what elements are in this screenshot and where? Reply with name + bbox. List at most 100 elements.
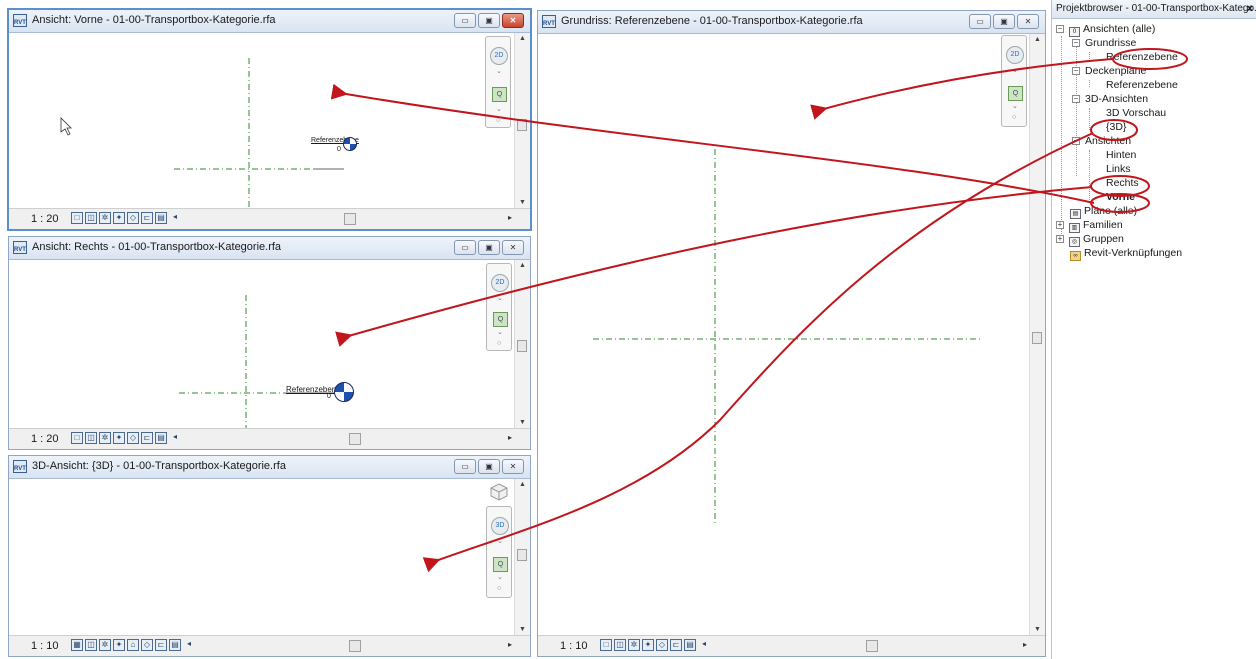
visual-style-icon[interactable]: ◫ [85,639,97,651]
titlebar[interactable]: RVT Ansicht: Vorne - 01-00-Transportbox-… [9,10,530,33]
titlebar[interactable]: RVT Ansicht: Rechts - 01-00-Transportbox… [9,237,530,260]
expand-icon[interactable]: + [1056,221,1064,229]
project-browser[interactable]: Projektbrowser - 01-00-Transportbox-Kate… [1051,0,1256,659]
navigation-bar[interactable]: 2D ⌄ Q ⌄ ○ [486,263,512,351]
scroll-right-icon[interactable]: ▸ [508,213,512,222]
tree-item-families[interactable]: + ▥ Familien [1056,218,1123,233]
view-window-floor-plan[interactable]: RVT Grundriss: Referenzebene - 01-00-Tra… [537,10,1046,657]
scroll-left-icon[interactable]: ◂ [169,432,181,444]
steering-wheel-icon[interactable]: 2D [491,274,509,292]
zoom-icon[interactable]: Q [492,87,507,102]
collapse-icon[interactable]: − [1072,95,1080,103]
view-scale[interactable]: 1 : 20 [31,213,59,225]
view-cube-icon[interactable] [489,482,509,502]
view-scale[interactable]: 1 : 10 [560,640,588,652]
minimize-button[interactable]: ▭ [454,459,476,474]
zoom-icon[interactable]: Q [493,557,508,572]
hide-isolate-icon[interactable]: ▤ [169,639,181,651]
show-crop-icon[interactable]: ⊏ [141,432,153,444]
view-window-3d[interactable]: RVT 3D-Ansicht: {3D} - 01-00-Transportbo… [8,455,531,657]
maximize-button[interactable]: ▣ [993,14,1015,29]
scroll-left-icon[interactable]: ◂ [183,639,195,651]
crop-view-icon[interactable]: ◇ [141,639,153,651]
steering-wheel-icon[interactable]: 2D [490,47,508,65]
minimize-button[interactable]: ▭ [454,13,476,28]
view-window-front[interactable]: RVT Ansicht: Vorne - 01-00-Transportbox-… [7,8,532,231]
reference-plane-marker-icon[interactable] [343,137,357,151]
tree-item-elevation-left[interactable]: Links [1106,162,1131,176]
close-icon[interactable]: × [1247,0,1253,18]
shadows-icon[interactable]: ✦ [113,212,125,224]
navigation-bar[interactable]: 2D ⌄ Q ⌄ ○ [1001,35,1027,127]
horizontal-scroll-thumb[interactable] [866,640,878,652]
close-button[interactable]: ✕ [1017,14,1039,29]
expand-icon[interactable]: + [1056,235,1064,243]
tree-item-elevation-back[interactable]: Hinten [1106,148,1136,162]
view-scale[interactable]: 1 : 20 [31,433,59,445]
shadows-icon[interactable]: ✦ [113,432,125,444]
detail-level-icon[interactable]: □ [71,212,83,224]
view-window-right[interactable]: RVT Ansicht: Rechts - 01-00-Transportbox… [8,236,531,450]
tree-item-views-all[interactable]: − 0 Ansichten (alle) [1056,22,1155,37]
crop-view-icon[interactable]: ◇ [127,432,139,444]
horizontal-scroll-thumb[interactable] [349,433,361,445]
maximize-button[interactable]: ▣ [478,459,500,474]
view-scale[interactable]: 1 : 10 [31,640,59,652]
vertical-scrollbar[interactable]: ▲ ▼ [1029,34,1045,636]
scroll-thumb[interactable] [517,549,527,561]
tree-item-revit-links[interactable]: ∞ Revit-Verknüpfungen [1070,246,1182,261]
maximize-button[interactable]: ▣ [478,240,500,255]
scroll-left-icon[interactable]: ◂ [698,639,710,651]
hide-isolate-icon[interactable]: ▤ [684,639,696,651]
scroll-thumb[interactable] [1032,332,1042,344]
scroll-thumb[interactable] [517,119,527,131]
visual-style-icon[interactable]: ◫ [614,639,626,651]
collapse-icon[interactable]: − [1072,67,1080,75]
tree-item-elevation-right[interactable]: Rechts [1106,176,1139,190]
tree-item-3d-preview[interactable]: 3D Vorschau [1106,106,1166,120]
drawing-canvas[interactable] [538,34,1045,636]
visual-style-icon[interactable]: ◫ [85,212,97,224]
drawing-canvas[interactable]: Referenzebene 0 [9,33,530,211]
visual-style-icon[interactable]: ◫ [85,432,97,444]
scroll-left-icon[interactable]: ◂ [169,212,181,224]
shadows-icon[interactable]: ✦ [642,639,654,651]
show-crop-icon[interactable]: ⊏ [155,639,167,651]
steering-wheel-icon[interactable]: 2D [1006,46,1024,64]
hide-isolate-icon[interactable]: ▤ [155,212,167,224]
tree-item-floor-plan-reference-level[interactable]: Referenzebene [1106,50,1178,64]
vertical-scrollbar[interactable]: ▲ ▼ [514,479,530,636]
collapse-icon[interactable]: − [1056,25,1064,33]
vertical-scrollbar[interactable]: ▲ ▼ [514,260,530,429]
sun-path-icon[interactable]: ✲ [628,639,640,651]
tree-item-ceiling-plans[interactable]: − Deckenpläne [1072,64,1146,78]
reference-plane-marker-icon[interactable] [334,382,354,402]
titlebar[interactable]: RVT 3D-Ansicht: {3D} - 01-00-Transportbo… [9,456,530,479]
navigation-bar[interactable]: 2D ⌄ Q ⌄ ○ [485,36,511,128]
tree-item-elevations[interactable]: − Ansichten [1072,134,1131,148]
hide-isolate-icon[interactable]: ▤ [155,432,167,444]
crop-view-icon[interactable]: ◇ [127,212,139,224]
tree-item-groups[interactable]: + ◎ Gruppen [1056,232,1124,247]
drawing-canvas[interactable] [9,479,530,636]
tree-item-ceiling-plan-reference-level[interactable]: Referenzebene [1106,78,1178,92]
render-icon[interactable]: ⌂ [127,639,139,651]
sun-path-icon[interactable]: ✲ [99,639,111,651]
detail-level-icon[interactable]: ▦ [71,639,83,651]
titlebar[interactable]: RVT Grundriss: Referenzebene - 01-00-Tra… [538,11,1045,34]
tree-item-sheets[interactable]: ▤ Pläne (alle) [1070,204,1137,219]
close-button[interactable]: ✕ [502,240,524,255]
scroll-right-icon[interactable]: ▸ [508,640,512,649]
vertical-scrollbar[interactable]: ▲ ▼ [514,33,530,209]
minimize-button[interactable]: ▭ [454,240,476,255]
collapse-icon[interactable]: − [1072,39,1080,47]
zoom-icon[interactable]: Q [1008,86,1023,101]
close-button[interactable]: ✕ [502,13,524,28]
scroll-right-icon[interactable]: ▸ [508,433,512,442]
horizontal-scroll-thumb[interactable] [349,640,361,652]
sun-path-icon[interactable]: ✲ [99,212,111,224]
crop-view-icon[interactable]: ◇ [656,639,668,651]
horizontal-scroll-thumb[interactable] [344,213,356,225]
detail-level-icon[interactable]: □ [600,639,612,651]
show-crop-icon[interactable]: ⊏ [670,639,682,651]
